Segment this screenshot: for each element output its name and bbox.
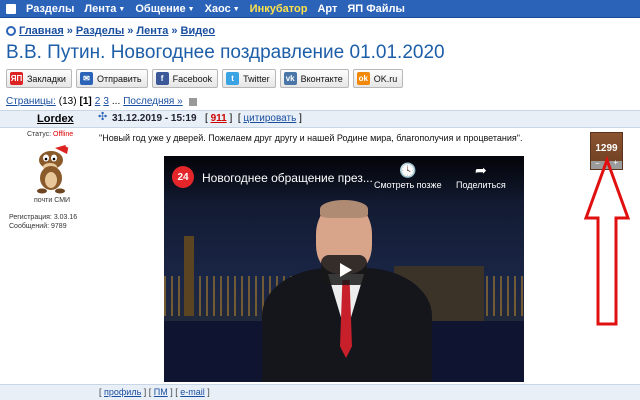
top-navigation: Разделы Лента ▼ Общение ▼ Хаос ▼ Инкубатор … (0, 0, 640, 18)
home-icon[interactable] (6, 3, 16, 14)
breadcrumb-video[interactable]: Видео (181, 25, 216, 37)
nav-item-sections[interactable]: Разделы (26, 3, 74, 15)
page-title: В.В. Путин. Новогоднее поздравление 01.0… (6, 42, 445, 63)
pagination: Страницы: (13) [1] 2 3 ... Последняя » (6, 96, 197, 107)
vk-icon: vk (283, 72, 297, 85)
messages-label: Сообщений: (9, 223, 50, 230)
nav-item-feed[interactable]: Лента ▼ (84, 3, 125, 15)
chevron-down-icon: ▼ (118, 5, 126, 13)
chevron-down-icon: ▼ (232, 5, 240, 13)
watch-later-button[interactable]: 🕓 Смотреть позже (374, 162, 442, 190)
share-arrow-icon: ➦ (474, 162, 487, 178)
nav-item-communication[interactable]: Общение ▼ (135, 3, 194, 15)
annotation-up-arrow (583, 156, 631, 326)
quote-link[interactable]: цитировать (243, 113, 296, 124)
avatar[interactable] (27, 142, 75, 194)
nav-item-chaos[interactable]: Хаос ▼ (205, 3, 240, 15)
facebook-button[interactable]: f Facebook (151, 69, 219, 88)
page-link-2[interactable]: 2 (95, 96, 101, 107)
post-header (0, 110, 640, 128)
share-bar: ЯП Закладки ✉ Отправить f Facebook t Twitter… (6, 69, 404, 88)
registration-label: Регистрация: (9, 214, 52, 221)
send-button[interactable]: ✉ Отправить (75, 69, 148, 88)
current-page: [1] (79, 96, 92, 107)
page-jump-icon[interactable] (188, 97, 197, 106)
pages-count: (13) (58, 96, 77, 107)
page-link-3[interactable]: 3 (103, 96, 109, 107)
messages-value: 9789 (51, 223, 67, 230)
breadcrumb: Главная » Разделы » Лента » Видео (6, 25, 215, 37)
twitter-button[interactable]: t Twitter (222, 69, 276, 88)
breadcrumb-sections[interactable]: Разделы (76, 25, 124, 37)
nav-item-incubator[interactable]: Инкубатор (250, 3, 308, 15)
rating-value: 1299 (595, 143, 618, 154)
clock-icon: 🕓 (399, 162, 417, 178)
bookmarks-button[interactable]: ЯП Закладки (6, 69, 72, 88)
status-value: Offline (53, 131, 74, 138)
user-info: Регистрация: 3.03.16 Сообщений: 9789 (9, 213, 77, 231)
post-text: "Новый год уже у дверей. Пожелаем друг д… (99, 133, 523, 143)
breadcrumb-separator: » (127, 25, 134, 37)
video-title[interactable]: Новогоднее обращение през... (202, 171, 373, 185)
site-logo-icon (6, 26, 16, 36)
yap-bookmark-icon: ЯП (10, 72, 23, 85)
avatar-caption: почти СМИ (34, 197, 71, 204)
breadcrumb-separator: » (171, 25, 178, 37)
channel-logo[interactable]: 24 (172, 166, 194, 188)
breadcrumb-separator: » (66, 25, 73, 37)
breadcrumb-feed[interactable]: Лента (136, 25, 168, 37)
twitter-icon: t (226, 72, 240, 85)
pages-ellipsis: ... (111, 96, 121, 107)
ok-icon: ok (356, 72, 370, 85)
post-author[interactable]: Lordex (37, 113, 74, 125)
registration-value: 3.03.16 (53, 214, 78, 221)
post-footer-links: [ профиль ] [ ПМ ] [ e-mail ] (99, 387, 210, 397)
kremlin-tower (184, 236, 194, 316)
pages-label[interactable]: Страницы: (6, 96, 56, 107)
breadcrumb-home[interactable]: Главная (19, 25, 64, 37)
post-link-icon[interactable]: ✣ (98, 112, 107, 123)
user-status: Статус: Offline (27, 131, 73, 138)
chevron-down-icon: ▼ (187, 5, 195, 13)
post-number[interactable]: 911 (211, 113, 227, 124)
pm-link[interactable]: ПМ (154, 387, 168, 397)
nav-item-art[interactable]: Арт (317, 3, 337, 15)
share-video-button[interactable]: ➦ Поделиться (456, 162, 506, 190)
post-date: 31.12.2019 - 15:19 (112, 113, 197, 124)
profile-link[interactable]: профиль (104, 387, 141, 397)
vk-button[interactable]: vk Вконтакте (279, 69, 349, 88)
email-link[interactable]: e-mail (180, 387, 205, 397)
speaker-hair (320, 200, 368, 218)
last-page-link[interactable]: Последняя » (123, 96, 182, 107)
post-number-box: [ 911 ] [ цитировать ] (205, 113, 302, 124)
ok-button[interactable]: ok OK.ru (352, 69, 404, 88)
play-button[interactable] (321, 255, 367, 285)
nav-item-files[interactable]: ЯП Файлы (347, 3, 405, 15)
video-player[interactable]: 24 Новогоднее обращение през... 🕓 Смотрет… (164, 156, 524, 382)
mail-icon: ✉ (79, 72, 93, 85)
status-label: Статус: (27, 131, 52, 138)
facebook-icon: f (155, 72, 169, 85)
post-footer (0, 384, 640, 400)
